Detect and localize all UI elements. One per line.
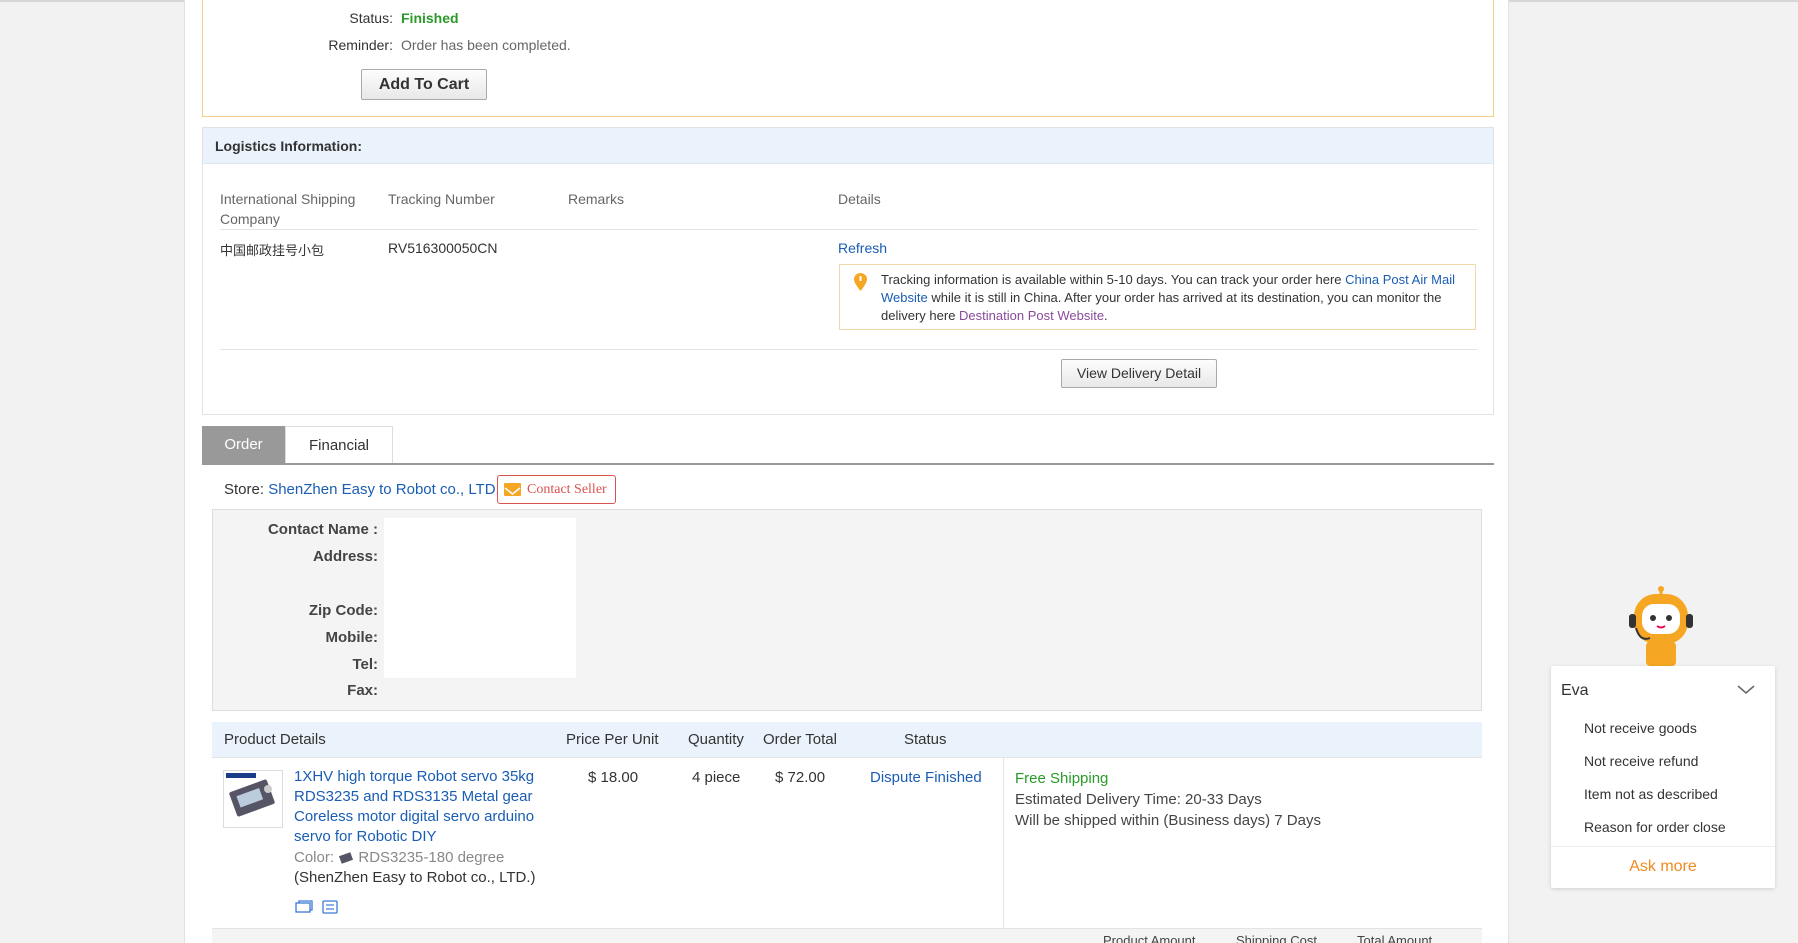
tip-text-3: . — [1104, 308, 1108, 323]
product-thumbnail[interactable] — [223, 770, 283, 828]
eva-help-panel: Eva Not receive goods Not receive refund… — [1551, 666, 1775, 888]
contact-seller-label: Contact Seller — [527, 482, 607, 497]
product-row: 1XHV high torque Robot servo 35kg RDS323… — [212, 757, 1482, 929]
color-label: Color: — [294, 849, 335, 866]
col-shipping-cost: Shipping Cost — [1236, 933, 1317, 943]
totals-header-bar: Product Amount Shipping Cost Total Amoun… — [212, 928, 1482, 943]
divider — [220, 349, 1477, 350]
chevron-down-icon[interactable] — [1737, 685, 1755, 695]
status-value: Finished — [401, 10, 459, 26]
refresh-link[interactable]: Refresh — [838, 240, 887, 256]
color-swatch-icon — [339, 852, 354, 864]
store-name-link[interactable]: ShenZhen Easy to Robot co., LTD. — [268, 481, 500, 498]
col-details: Details — [838, 191, 881, 207]
product-seller: (ShenZhen Easy to Robot co., LTD.) — [294, 869, 536, 886]
address-label: Address: — [312, 548, 378, 565]
invoice-icon[interactable] — [322, 900, 338, 914]
col-remarks: Remarks — [568, 191, 625, 207]
contact-name-label: Contact Name : — [267, 521, 378, 538]
eva-robot-avatar-icon[interactable] — [1626, 586, 1696, 666]
eva-option-order-close[interactable]: Reason for order close — [1584, 819, 1726, 835]
col-quantity: Quantity — [688, 731, 744, 748]
dispute-finished-link[interactable]: Dispute Finished — [870, 769, 982, 786]
contact-seller-button[interactable]: Contact Seller — [497, 475, 616, 504]
tracking-tip: Tracking information is available within… — [839, 264, 1476, 330]
zip-code-label: Zip Code: — [308, 602, 378, 619]
fax-label: Fax: — [347, 682, 378, 699]
product-title-line: RDS3235 and RDS3135 Metal gear — [294, 788, 533, 805]
product-title-line: 1XHV high torque Robot servo 35kg — [294, 768, 535, 785]
ask-more-button[interactable]: Ask more — [1551, 858, 1775, 876]
col-price-per-unit: Price Per Unit — [566, 731, 659, 748]
shipping-company-value: 中国邮政挂号小包 — [220, 243, 325, 258]
col-tracking-number: Tracking Number — [388, 191, 495, 207]
product-title-link[interactable]: 1XHV high torque Robot servo 35kg RDS323… — [294, 767, 534, 847]
col-product-amount: Product Amount — [1103, 933, 1196, 943]
color-value: RDS3235-180 degree — [358, 849, 505, 866]
order-total-value: $ 72.00 — [775, 769, 826, 786]
eva-option-not-receive-goods[interactable]: Not receive goods — [1584, 720, 1697, 736]
store-label: Store: — [224, 481, 265, 498]
tab-financial[interactable]: Financial — [285, 426, 393, 463]
snapshot-icon[interactable] — [295, 900, 313, 914]
tab-order[interactable]: Order — [202, 426, 285, 463]
add-to-cart-button[interactable]: Add To Cart — [361, 69, 487, 100]
column-divider — [1003, 758, 1004, 929]
col-total-amount: Total Amount — [1357, 933, 1433, 943]
quantity-value: 4 piece — [692, 769, 741, 786]
mail-icon — [504, 483, 521, 496]
tracking-number-value: RV516300050CN — [388, 240, 498, 256]
col-shipping-company: International Shipping Company — [220, 191, 356, 227]
eva-divider — [1551, 846, 1775, 847]
eva-title: Eva — [1561, 682, 1589, 699]
free-shipping-text: Free Shipping — [1015, 770, 1109, 787]
info-pin-icon — [854, 273, 867, 291]
product-color: Color: RDS3235-180 degree — [294, 849, 504, 866]
tel-label: Tel: — [352, 656, 378, 673]
tip-text-1: Tracking information is available within… — [881, 272, 1346, 287]
logistics-title: Logistics Information: — [203, 128, 1493, 164]
product-table-header: Product Details Price Per Unit Quantity … — [212, 722, 1482, 757]
divider — [220, 229, 1477, 230]
eva-option-not-receive-refund[interactable]: Not receive refund — [1584, 753, 1698, 769]
col-status: Status — [904, 731, 947, 748]
col-product-details: Product Details — [224, 731, 326, 748]
eva-option-not-as-described[interactable]: Item not as described — [1584, 786, 1718, 802]
view-delivery-detail-button[interactable]: View Delivery Detail — [1061, 359, 1217, 388]
product-title-line: Coreless motor digital servo arduino — [294, 808, 535, 825]
status-label: Status: — [349, 10, 393, 26]
shipping-address-box: Contact Name : Address: Zip Code: Mobile… — [212, 509, 1482, 711]
price-per-unit-value: $ 18.00 — [588, 769, 639, 786]
servo-image-icon — [226, 773, 275, 817]
address-redacted-area — [384, 518, 576, 678]
reminder-value: Order has been completed. — [401, 37, 571, 53]
logistics-panel: Logistics Information: International Shi… — [202, 127, 1494, 415]
product-title-line: servo for Robotic DIY — [294, 828, 437, 845]
ship-within-text: Will be shipped within (Business days) 7… — [1015, 812, 1321, 829]
order-tabs: Order Financial — [202, 426, 1494, 465]
mobile-label: Mobile: — [325, 629, 379, 646]
col-order-total: Order Total — [763, 731, 837, 748]
estimated-delivery-text: Estimated Delivery Time: 20-33 Days — [1015, 791, 1262, 808]
order-status-box: Status: Finished Reminder: Order has bee… — [202, 0, 1494, 117]
store-row: Store: ShenZhen Easy to Robot co., LTD. — [224, 475, 500, 505]
reminder-label: Reminder: — [328, 37, 393, 53]
destination-post-link[interactable]: Destination Post Website — [959, 308, 1104, 323]
